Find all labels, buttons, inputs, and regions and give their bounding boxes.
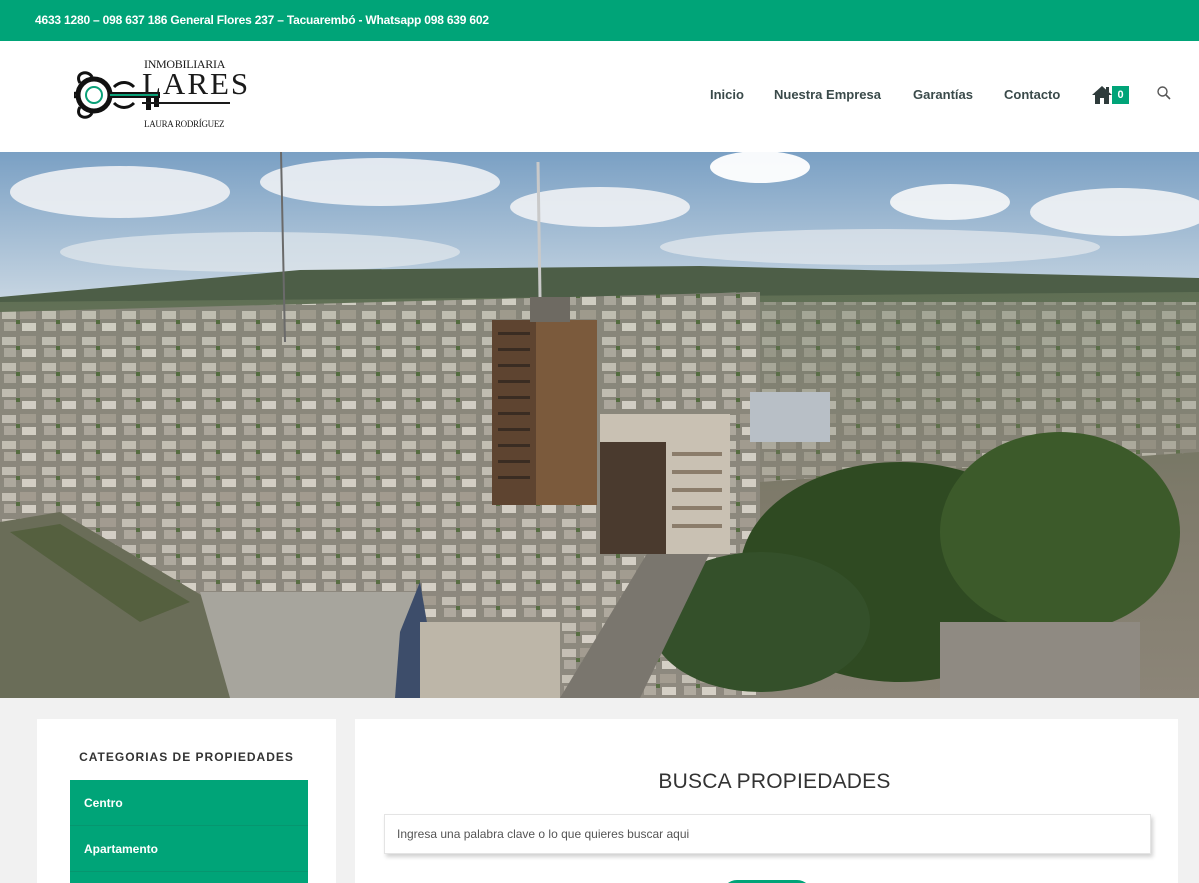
sidebar-title: CATEGORIAS DE PROPIEDADES: [79, 750, 294, 764]
nav-item-nuestra-empresa[interactable]: Nuestra Empresa: [774, 87, 881, 102]
logo-sub-text: LAURA RODRÍGUEZ: [144, 119, 225, 129]
hero-illustration: [0, 152, 1199, 698]
contact-info-text: 4633 1280 – 098 637 186 General Flores 2…: [35, 13, 489, 27]
site-header: INMOBILIARIA LARES LAURA RODRÍGUEZ Inici…: [0, 41, 1199, 152]
properties-cart-button[interactable]: 0: [1091, 84, 1131, 106]
search-panel-title: BUSCA PROPIEDADES: [658, 770, 891, 793]
nav-item-contacto[interactable]: Contacto: [1004, 87, 1060, 102]
property-search-input[interactable]: [384, 814, 1151, 854]
logo-main-text: LARES: [142, 66, 251, 101]
hero-city-aerial-image: [0, 152, 1199, 698]
top-contact-bar: 4633 1280 – 098 637 186 General Flores 2…: [0, 0, 1199, 41]
category-item[interactable]: [70, 872, 308, 883]
site-logo[interactable]: INMOBILIARIA LARES LAURA RODRÍGUEZ: [74, 55, 248, 135]
cart-count-badge: 0: [1112, 86, 1129, 104]
logo-divider: [142, 102, 230, 104]
categories-sidebar: CATEGORIAS DE PROPIEDADES Centro Apartam…: [37, 719, 336, 883]
property-search-panel: BUSCA PROPIEDADES: [355, 719, 1178, 883]
search-icon[interactable]: [1156, 85, 1172, 101]
category-item-apartamento[interactable]: Apartamento: [70, 826, 308, 872]
home-icon: [1092, 86, 1112, 104]
category-list: Centro Apartamento: [70, 780, 308, 883]
nav-item-garantias[interactable]: Garantías: [913, 87, 973, 102]
category-item-centro[interactable]: Centro: [70, 780, 308, 826]
nav-item-inicio[interactable]: Inicio: [710, 87, 744, 102]
